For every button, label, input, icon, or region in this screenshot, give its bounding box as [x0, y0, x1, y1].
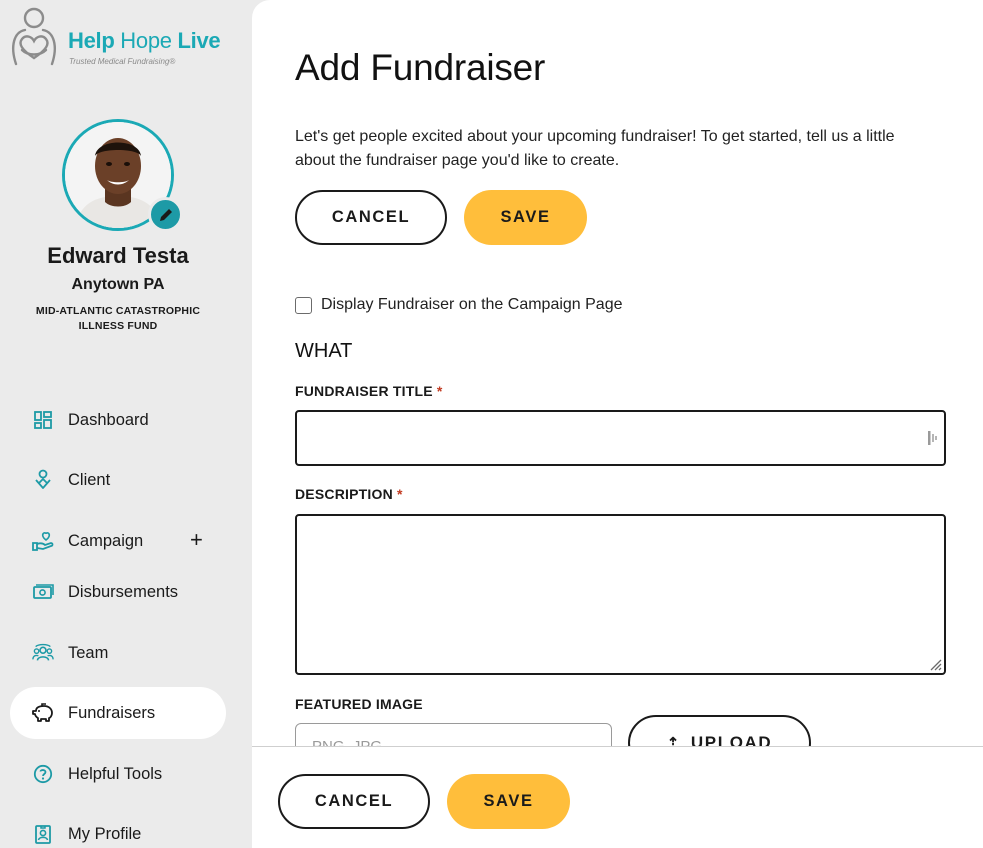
cancel-button[interactable]: CANCEL [295, 190, 447, 245]
section-heading-what: WHAT [295, 340, 353, 362]
sticky-footer: CANCEL SAVE [252, 746, 983, 848]
fundraiser-title-label: FUNDRAISER TITLE * [295, 383, 443, 399]
save-button[interactable]: SAVE [464, 190, 587, 245]
user-fund-name: MID-ATLANTIC CATASTROPHIC ILLNESS FUND [35, 305, 201, 332]
intro-text: Let's get people excited about your upco… [295, 128, 895, 169]
sidebar-item-label: Client [68, 470, 111, 489]
sidebar-item-fundraisers[interactable]: Fundraisers [10, 687, 226, 739]
sidebar-item-disbursements[interactable]: Disbursements [10, 566, 226, 618]
sidebar-item-my-profile[interactable]: My Profile [10, 808, 226, 848]
sidebar-item-client[interactable]: Client [10, 454, 226, 506]
page-title: Add Fundraiser [295, 47, 546, 88]
campaign-icon [32, 530, 54, 552]
brand-name: Help Hope Live [68, 28, 221, 53]
disbursements-icon [32, 581, 54, 603]
edit-avatar-button[interactable] [148, 197, 183, 232]
brand-logo[interactable]: Help Hope Live Trusted Medical Fundraisi… [8, 6, 238, 72]
fundraiser-title-input[interactable] [295, 410, 946, 466]
team-icon [32, 642, 54, 664]
password-manager-icon[interactable] [927, 430, 938, 446]
sidebar-item-label: Disbursements [68, 582, 179, 601]
sidebar-item-label: Fundraisers [68, 703, 156, 722]
dashboard-icon [32, 409, 54, 431]
checkbox-label: Display Fundraiser on the Campaign Page [321, 296, 623, 313]
main-content: Add Fundraiser Let's get people excited … [252, 0, 983, 848]
sidebar-item-helpful-tools[interactable]: Helpful Tools [10, 748, 226, 800]
profile-icon [32, 823, 54, 845]
brand-tagline: Trusted Medical Fundraising® [69, 57, 176, 66]
footer-cancel-button[interactable]: CANCEL [278, 774, 430, 829]
help-hope-live-logo-icon [12, 7, 56, 66]
pencil-icon [159, 208, 172, 221]
sidebar-item-label: My Profile [68, 824, 142, 843]
display-on-campaign-option[interactable]: Display Fundraiser on the Campaign Page [295, 296, 623, 314]
help-icon [32, 763, 54, 785]
sidebar-item-label: Dashboard [68, 410, 149, 429]
description-textarea[interactable] [295, 514, 946, 675]
user-name: Edward Testa [47, 243, 189, 268]
user-location: Anytown PA [71, 276, 165, 293]
required-mark: * [396, 486, 403, 502]
sidebar-item-label: Team [68, 643, 109, 662]
required-mark: * [436, 383, 443, 399]
display-on-campaign-checkbox[interactable] [295, 296, 312, 314]
sidebar-item-dashboard[interactable]: Dashboard [10, 394, 226, 446]
client-icon [32, 469, 54, 491]
sidebar-item-label: Campaign [68, 531, 144, 550]
sidebar-item-team[interactable]: Team [10, 627, 226, 679]
description-label: DESCRIPTION * [295, 486, 403, 502]
featured-image-label: FEATURED IMAGE [295, 696, 423, 712]
resize-handle-icon[interactable] [926, 655, 942, 671]
campaign-expand-icon[interactable]: + [190, 527, 203, 553]
sidebar-item-label: Helpful Tools [68, 764, 163, 783]
piggy-bank-icon [32, 702, 54, 724]
footer-save-button[interactable]: SAVE [447, 774, 570, 829]
sidebar: Help Hope Live Trusted Medical Fundraisi… [0, 0, 252, 848]
avatar-container [62, 119, 183, 232]
